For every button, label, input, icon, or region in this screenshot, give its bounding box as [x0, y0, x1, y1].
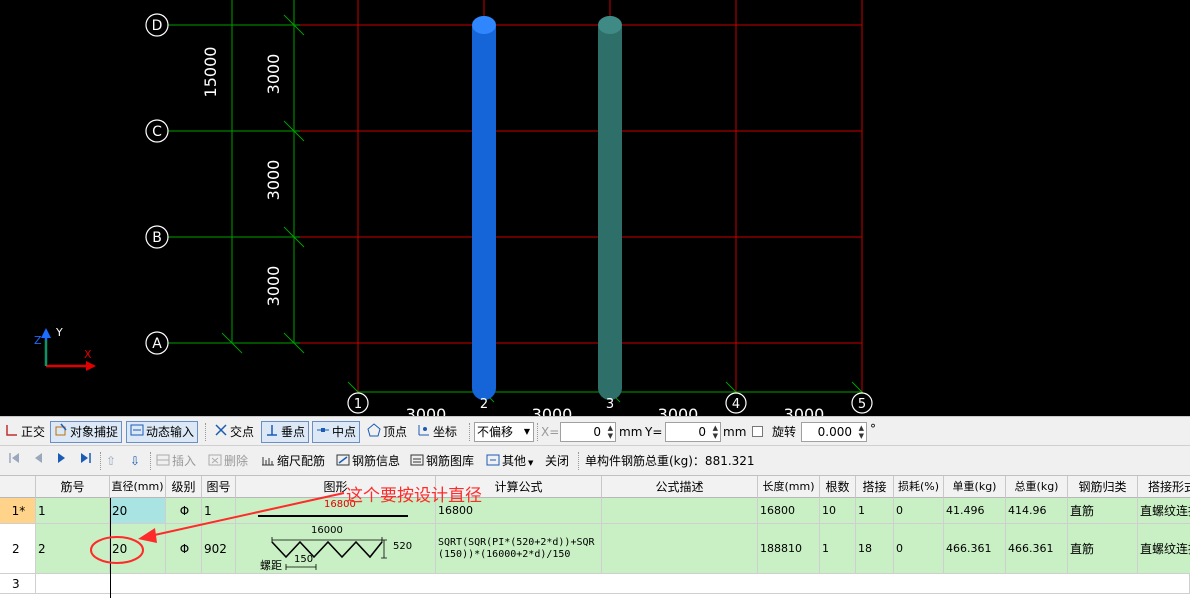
diameter-highlight-circle [90, 536, 144, 564]
annotation-text: 这个要按设计直径 [346, 486, 482, 506]
annotation-overlay [90, 492, 345, 564]
